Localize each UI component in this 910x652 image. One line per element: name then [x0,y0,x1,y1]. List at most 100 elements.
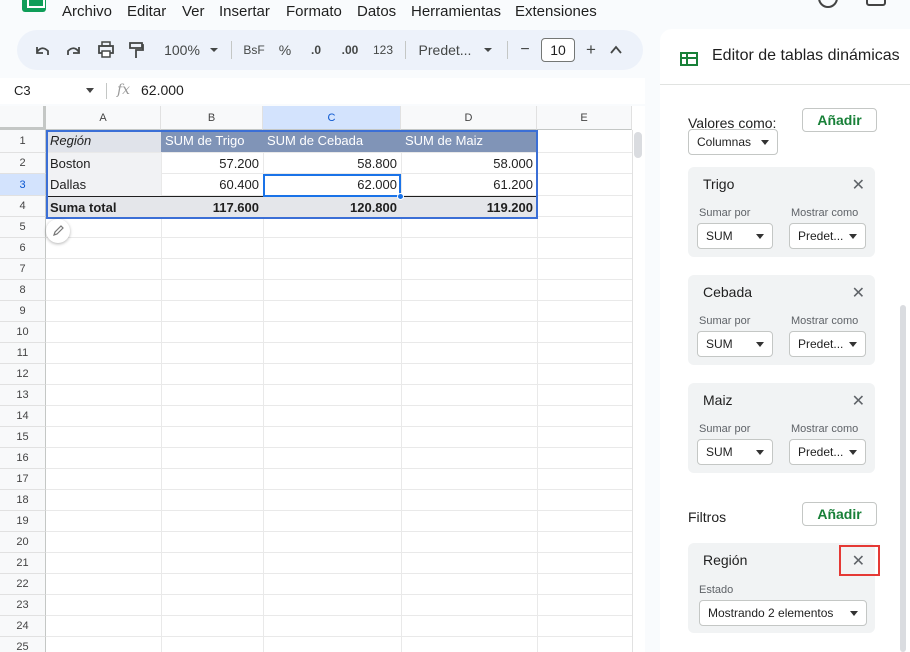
pivot-total-label[interactable]: Suma total [46,197,161,218]
formula-input[interactable]: 62.000 [141,82,184,98]
column-header-a[interactable]: A [46,106,161,130]
column-header-d[interactable]: D [401,106,537,130]
spreadsheet-grid[interactable]: A B C D E 1 2 3 4 5 6 7 8 9 10 11 12 13 14 15 16 17 18 19 2… [0,106,645,652]
filter-status-select[interactable]: Mostrando 2 elementos [699,600,867,626]
row-header[interactable]: 14 [0,406,46,427]
row-header[interactable]: 10 [0,322,46,343]
pivot-header-trigo[interactable]: SUM de Trigo [161,130,263,152]
collapse-toolbar-icon[interactable] [609,30,623,70]
print-icon[interactable] [96,30,116,70]
table-row-cell[interactable]: 57.200 [161,153,263,174]
show-as-select[interactable]: Predet... [789,223,866,249]
comments-icon[interactable] [866,0,886,6]
zoom-select[interactable]: 100% [159,30,205,70]
font-chevron-down-icon[interactable] [483,30,493,70]
fill-handle[interactable] [397,193,404,200]
panel-scrollbar[interactable] [900,305,906,652]
menu-insertar[interactable]: Insertar [219,3,270,20]
row-header[interactable]: 5 [0,217,46,238]
pivot-total-cell[interactable]: 117.600 [161,197,263,218]
row-header[interactable]: 18 [0,490,46,511]
table-row-cell[interactable]: 61.200 [401,174,537,196]
table-row-cell[interactable]: Boston [46,153,161,174]
column-header-c[interactable]: C [263,106,401,130]
sum-by-value: SUM [706,229,733,243]
row-header[interactable]: 2 [0,153,46,174]
font-size-input[interactable]: 10 [541,38,575,62]
show-as-select[interactable]: Predet... [789,439,866,465]
show-as-value: Predet... [798,445,844,459]
sum-by-select[interactable]: SUM [697,223,773,249]
row-header[interactable]: 21 [0,553,46,574]
menu-ver[interactable]: Ver [182,3,205,20]
column-header-b[interactable]: B [161,106,263,130]
increase-font-size-button[interactable]: + [583,30,599,70]
show-as-label: Mostrar como [791,207,859,219]
add-value-button[interactable]: Añadir [802,108,877,132]
row-header[interactable]: 13 [0,385,46,406]
pivot-total-cell[interactable]: 120.800 [263,197,401,218]
row-header[interactable]: 1 [0,130,46,153]
redo-icon[interactable] [65,30,83,70]
pivot-total-cell[interactable]: 119.200 [401,197,537,218]
increase-decimals-button[interactable]: .00 [337,30,363,70]
row-header[interactable]: 17 [0,469,46,490]
row-header[interactable]: 19 [0,511,46,532]
row-header[interactable]: 9 [0,301,46,322]
grid-scrollbar[interactable] [634,132,642,158]
decrease-font-size-button[interactable]: − [517,30,533,70]
name-box[interactable]: C3 [14,83,31,98]
menu-datos[interactable]: Datos [357,3,396,20]
remove-value-close-icon[interactable]: ✕ [852,175,865,195]
highlight-annotation [839,545,880,576]
row-header[interactable]: 15 [0,427,46,448]
sum-by-select[interactable]: SUM [697,331,773,357]
table-row-cell[interactable]: Dallas [46,174,161,196]
row-header[interactable]: 4 [0,196,46,217]
percent-format-button[interactable]: % [275,30,295,70]
currency-format-button[interactable]: BsF [239,30,269,70]
undo-icon[interactable] [33,30,51,70]
table-row-cell[interactable]: 60.400 [161,174,263,196]
row-header[interactable]: 6 [0,238,46,259]
row-header[interactable]: 7 [0,259,46,280]
select-all-corner[interactable] [0,106,46,130]
row-header[interactable]: 8 [0,280,46,301]
remove-value-close-icon[interactable]: ✕ [852,283,865,303]
row-header[interactable]: 25 [0,637,46,652]
decrease-decimals-button[interactable]: .0 [305,30,327,70]
more-formats-button[interactable]: 123 [370,30,396,70]
row-header[interactable]: 20 [0,532,46,553]
show-as-select[interactable]: Predet... [789,331,866,357]
font-select[interactable]: Predet... [415,30,475,70]
remove-value-close-icon[interactable]: ✕ [852,391,865,411]
row-header[interactable]: 23 [0,595,46,616]
menu-formato[interactable]: Formato [286,3,342,20]
name-box-chevron-down-icon[interactable] [86,88,94,93]
pivot-header-region[interactable]: Región [46,130,161,152]
row-header[interactable]: 12 [0,364,46,385]
values-as-select[interactable]: Columnas [688,129,778,155]
row-header[interactable]: 24 [0,616,46,637]
pivot-header-maiz[interactable]: SUM de Maiz [401,130,537,152]
sheets-logo-icon[interactable] [22,0,46,12]
pivot-edit-button[interactable] [46,219,70,243]
menu-editar[interactable]: Editar [127,3,166,20]
table-row-cell[interactable]: 58.000 [401,153,537,174]
row-header[interactable]: 11 [0,343,46,364]
history-icon[interactable] [818,0,838,8]
table-row-cell[interactable]: 58.800 [263,153,401,174]
row-header[interactable]: 3 [0,174,46,196]
menu-archivo[interactable]: Archivo [62,3,112,20]
column-header-e[interactable]: E [537,106,632,130]
menu-extensiones[interactable]: Extensiones [515,3,597,20]
row-header[interactable]: 16 [0,448,46,469]
value-card-cebada: Cebada ✕ Sumar por Mostrar como SUM Pred… [688,275,875,365]
row-header[interactable]: 22 [0,574,46,595]
zoom-chevron-down-icon[interactable] [209,30,219,70]
sum-by-select[interactable]: SUM [697,439,773,465]
menu-herramientas[interactable]: Herramientas [411,3,501,20]
pivot-header-cebada[interactable]: SUM de Cebada [263,130,401,152]
paint-format-icon[interactable] [127,30,145,70]
add-filter-button[interactable]: Añadir [802,502,877,526]
